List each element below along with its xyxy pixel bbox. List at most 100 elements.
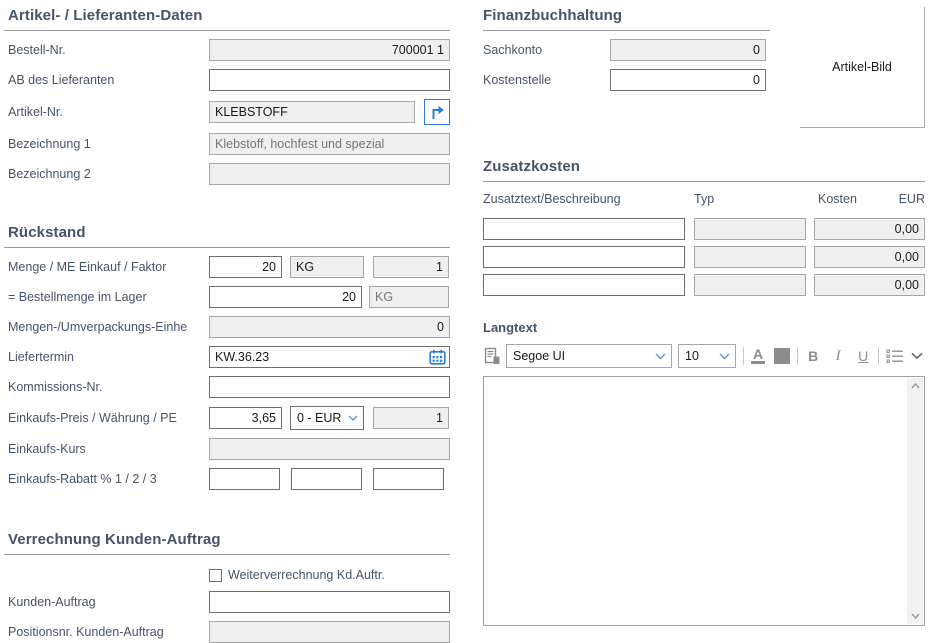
zusatzkosten-kosten-field-2[interactable] (814, 246, 925, 268)
font-size-select[interactable]: 10 (678, 344, 736, 368)
rabatt-1-field[interactable] (209, 468, 280, 490)
umverpackung-label: Mengen-/Umverpackungs-Einhe (4, 320, 209, 334)
liefertermin-label: Liefertermin (4, 350, 209, 364)
bestell-nr-field[interactable] (209, 39, 450, 61)
zusatzkosten-header-row: Zusatztext/Beschreibung Typ Kosten EUR (483, 192, 925, 206)
langtext-scrollbar[interactable] (907, 378, 923, 624)
weiterverrechnung-checkbox[interactable] (209, 569, 222, 582)
zusatzkosten-kosten-field-1[interactable] (814, 218, 925, 240)
zusatzkosten-beschreibung-field-2[interactable] (483, 246, 685, 268)
row-weiterverrechnung: Weiterverrechnung Kd.Auftr. (4, 567, 450, 583)
einkaufs-rabatt-label: Einkaufs-Rabatt % 1 / 2 / 3 (4, 472, 209, 486)
kostenstelle-label: Kostenstelle (483, 73, 610, 87)
row-bezeichnung-1: Bezeichnung 1 (4, 133, 450, 155)
bezeichnung-1-field[interactable] (209, 133, 450, 155)
row-bestell-nr: Bestell-Nr. (4, 39, 450, 61)
left-column: Artikel- / Lieferanten-Daten Bestell-Nr.… (4, 4, 450, 643)
more-options-icon[interactable] (911, 352, 923, 360)
zusatzkosten-row (483, 246, 925, 268)
faktor-field[interactable] (373, 256, 449, 278)
sachkonto-label: Sachkonto (483, 43, 610, 57)
artikel-bild-box[interactable]: Artikel-Bild (800, 7, 925, 128)
underline-button[interactable]: U (855, 348, 871, 364)
chevron-down-icon (719, 353, 730, 360)
zusatzkosten-row (483, 274, 925, 296)
liefertermin-field[interactable] (209, 346, 450, 368)
bullet-list-icon[interactable] (886, 349, 904, 363)
me-einkauf-field[interactable] (290, 256, 364, 278)
toolbar-separator (878, 347, 879, 365)
section-title-finanzbuchhaltung: Finanzbuchhaltung (483, 4, 770, 31)
artikel-bild-label: Artikel-Bild (832, 60, 892, 74)
preiseinheit-field[interactable] (373, 407, 449, 429)
zusatzkosten-col-beschreibung: Zusatztext/Beschreibung (483, 192, 694, 206)
font-family-value: Segoe UI (513, 349, 565, 363)
text-block-icon[interactable] (483, 347, 501, 365)
kunden-auftrag-field[interactable] (209, 591, 450, 613)
sachkonto-field[interactable] (610, 39, 766, 61)
highlight-color-icon[interactable] (774, 348, 790, 364)
bold-button[interactable]: B (805, 348, 821, 364)
italic-button[interactable]: I (830, 348, 846, 365)
scroll-up-icon[interactable] (907, 378, 923, 394)
scroll-down-icon[interactable] (907, 608, 923, 624)
toolbar-separator (743, 347, 744, 365)
zusatzkosten-typ-field-1[interactable] (694, 218, 806, 240)
einkaufspreis-label: Einkaufs-Preis / Währung / PE (4, 411, 209, 425)
einkaufs-kurs-label: Einkaufs-Kurs (4, 442, 209, 456)
bezeichnung-1-label: Bezeichnung 1 (4, 137, 209, 151)
chevron-down-icon (348, 415, 358, 421)
bezeichnung-2-field[interactable] (209, 163, 450, 185)
einkaufs-kurs-field[interactable] (209, 438, 450, 460)
bestellmenge-field[interactable] (209, 286, 362, 308)
kostenstelle-field[interactable] (610, 69, 766, 91)
bezeichnung-2-label: Bezeichnung 2 (4, 167, 209, 181)
row-einkaufspreis: Einkaufs-Preis / Währung / PE 0 - EUR (4, 406, 450, 430)
row-ab-lieferant: AB des Lieferanten (4, 69, 450, 91)
zusatzkosten-row (483, 218, 925, 240)
zusatzkosten-typ-field-2[interactable] (694, 246, 806, 268)
open-artikel-button[interactable] (424, 99, 450, 125)
calendar-icon[interactable] (429, 349, 446, 365)
font-size-value: 10 (685, 349, 699, 363)
font-family-select[interactable]: Segoe UI (506, 344, 672, 368)
menge-me-faktor-label: Menge / ME Einkauf / Faktor (4, 260, 209, 274)
waehrung-value: 0 - EUR (297, 411, 341, 425)
row-einkaufs-rabatt: Einkaufs-Rabatt % 1 / 2 / 3 (4, 468, 450, 490)
bestell-nr-label: Bestell-Nr. (4, 43, 209, 57)
zusatzkosten-typ-field-3[interactable] (694, 274, 806, 296)
weiterverrechnung-label: Weiterverrechnung Kd.Auftr. (228, 568, 385, 582)
umverpackung-field[interactable] (209, 316, 450, 338)
section-title-rueckstand: Rückstand (4, 221, 450, 248)
zusatzkosten-col-eur: EUR (899, 192, 925, 206)
bestellmenge-unit-field[interactable] (369, 286, 449, 308)
section-title-zusatzkosten: Zusatzkosten (483, 155, 925, 182)
langtext-title: Langtext (483, 320, 925, 335)
row-kunden-auftrag: Kunden-Auftrag (4, 591, 450, 613)
waehrung-select[interactable]: 0 - EUR (290, 406, 364, 430)
row-menge-me-faktor: Menge / ME Einkauf / Faktor (4, 256, 450, 278)
font-color-icon[interactable]: A (751, 348, 765, 364)
kommissions-nr-label: Kommissions-Nr. (4, 380, 209, 394)
artikel-nr-field[interactable] (209, 101, 415, 123)
langtext-content[interactable] (484, 377, 907, 625)
row-artikel-nr: Artikel-Nr. (4, 99, 450, 125)
kommissions-nr-field[interactable] (209, 376, 450, 398)
einkaufspreis-field[interactable] (209, 407, 282, 429)
langtext-editor[interactable] (483, 376, 925, 626)
zusatzkosten-col-kosten: Kosten (818, 192, 857, 206)
section-title-artikel-lieferanten: Artikel- / Lieferanten-Daten (4, 4, 450, 31)
jump-arrow-icon (429, 105, 445, 120)
rabatt-2-field[interactable] (291, 468, 362, 490)
row-umverpackung: Mengen-/Umverpackungs-Einhe (4, 316, 450, 338)
rabatt-3-field[interactable] (373, 468, 444, 490)
menge-field[interactable] (209, 256, 282, 278)
zusatzkosten-kosten-field-3[interactable] (814, 274, 925, 296)
row-bestellmenge: = Bestellmenge im Lager (4, 286, 450, 308)
ab-lieferant-field[interactable] (209, 69, 450, 91)
row-bezeichnung-2: Bezeichnung 2 (4, 163, 450, 185)
section-title-verrechnung: Verrechnung Kunden-Auftrag (4, 528, 450, 555)
zusatzkosten-beschreibung-field-3[interactable] (483, 274, 685, 296)
zusatzkosten-beschreibung-field-1[interactable] (483, 218, 685, 240)
toolbar-separator (797, 347, 798, 365)
